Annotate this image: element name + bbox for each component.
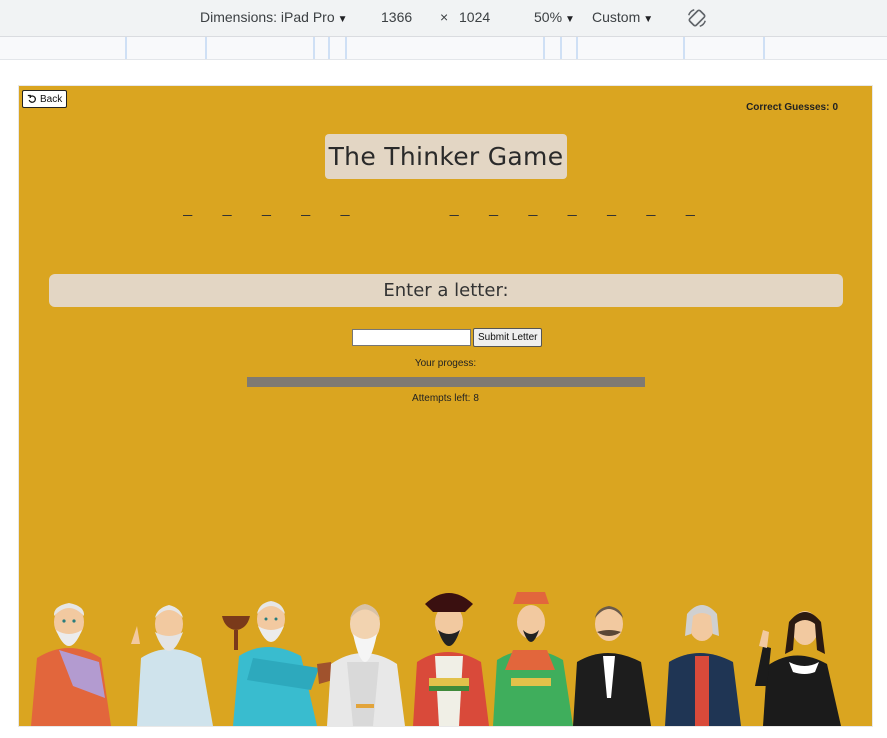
ruler-mark[interactable] <box>576 37 578 59</box>
ruler-mark[interactable] <box>328 37 330 59</box>
philosopher-figure <box>755 611 841 726</box>
width-field[interactable]: 1366 <box>381 9 412 25</box>
ruler-mark[interactable] <box>205 37 207 59</box>
throttle-label: Custom <box>592 9 641 25</box>
chevron-down-icon: ▼ <box>565 14 575 25</box>
media-query-ruler <box>0 37 887 60</box>
device-label: Dimensions: iPad Pro <box>200 9 335 25</box>
throttle-select[interactable]: Custom ▼ <box>592 9 653 25</box>
letter-input[interactable] <box>352 329 471 346</box>
philosopher-figure <box>413 593 489 726</box>
philosopher-figure <box>327 604 405 726</box>
ruler-mark[interactable] <box>763 37 765 59</box>
philosopher-figure <box>131 605 213 726</box>
back-label: Back <box>40 93 63 105</box>
ruler-mark[interactable] <box>683 37 685 59</box>
progress-label: Your progess: <box>414 358 477 369</box>
progress-bar <box>247 377 645 387</box>
chevron-down-icon: ▼ <box>643 14 654 25</box>
correct-count: 0 <box>832 102 838 113</box>
attempts-left: Attempts left: 8 <box>19 393 872 404</box>
attempts-label: Attempts left: <box>412 393 471 404</box>
ruler-mark[interactable] <box>345 37 347 59</box>
ruler-mark[interactable] <box>543 37 545 59</box>
letter-form: Submit Letter <box>352 328 543 347</box>
height-field[interactable]: 1024 <box>459 9 490 25</box>
ruler-mark[interactable] <box>560 37 562 59</box>
letter-prompt: Enter a letter: <box>49 274 843 307</box>
attempts-count: 8 <box>473 393 479 404</box>
philosophers-illustration <box>31 592 841 726</box>
philosopher-figure <box>31 603 111 726</box>
device-toolbar: Dimensions: iPad Pro ▼ 1366 × 1024 50% ▼ C… <box>0 0 887 37</box>
philosopher-figure <box>573 606 651 726</box>
ruler-mark[interactable] <box>125 37 127 59</box>
ruler-mark[interactable] <box>313 37 315 59</box>
word-blanks: _ _ _ _ _ _ _ _ _ _ _ _ <box>183 200 708 217</box>
zoom-label: 50% <box>534 9 563 25</box>
philosopher-figure <box>222 601 333 726</box>
philosopher-figure <box>665 605 741 726</box>
game-page: Back Correct Guesses: 0 The Thinker Game … <box>19 86 872 726</box>
correct-guesses: Correct Guesses: 0 <box>746 102 838 113</box>
device-select[interactable]: Dimensions: iPad Pro ▼ <box>200 9 348 25</box>
back-button[interactable]: Back <box>22 90 68 108</box>
correct-label: Correct Guesses: <box>746 102 830 113</box>
philosopher-figure <box>493 592 573 726</box>
rotate-icon[interactable] <box>686 7 708 29</box>
times-icon: × <box>440 9 449 25</box>
submit-letter-button[interactable]: Submit Letter <box>473 328 543 347</box>
game-title: The Thinker Game <box>325 134 567 179</box>
undo-icon <box>27 94 36 103</box>
zoom-select[interactable]: 50% ▼ <box>534 9 575 25</box>
chevron-down-icon: ▼ <box>337 14 348 25</box>
